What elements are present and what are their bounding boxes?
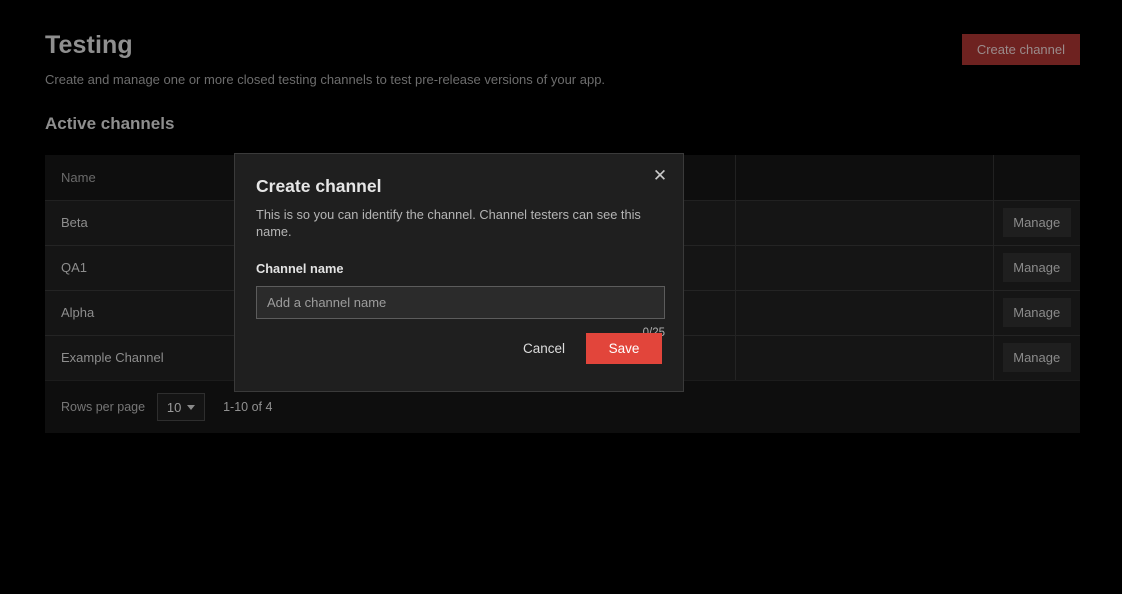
chevron-down-icon xyxy=(187,404,196,410)
cell-blank xyxy=(734,200,993,246)
dialog-body: Create channel This is so you can identi… xyxy=(235,154,683,340)
page-subtitle: Create and manage one or more closed tes… xyxy=(45,72,606,87)
dialog-actions: Cancel Save xyxy=(515,333,662,364)
pagination-range-label: 1-10 of 4 xyxy=(223,400,273,414)
rows-per-page-select[interactable]: 10 xyxy=(157,393,206,421)
save-button[interactable]: Save xyxy=(586,333,662,364)
cell-actions: Manage xyxy=(992,200,1080,246)
cell-actions: Manage xyxy=(992,245,1080,291)
cell-blank xyxy=(734,290,993,336)
manage-button[interactable]: Manage xyxy=(1002,253,1071,282)
channel-name-label: Channel name xyxy=(256,261,344,276)
create-channel-dialog: ✕ Create channel This is so you can iden… xyxy=(234,153,684,392)
column-header-blank-2 xyxy=(992,155,1080,201)
cell-actions: Manage xyxy=(992,335,1080,380)
manage-button[interactable]: Manage xyxy=(1002,208,1071,237)
rows-per-page-label: Rows per page xyxy=(61,400,146,414)
dialog-description: This is so you can identify the channel.… xyxy=(256,207,641,239)
rows-per-page-value: 10 xyxy=(166,399,182,415)
dialog-title: Create channel xyxy=(256,176,382,196)
cell-actions: Manage xyxy=(992,290,1080,336)
cell-blank xyxy=(734,245,993,291)
cancel-button[interactable]: Cancel xyxy=(515,335,573,362)
section-title-active-channels: Active channels xyxy=(45,114,175,133)
cell-blank xyxy=(734,335,993,380)
page-header: Testing Create and manage one or more cl… xyxy=(45,28,1080,89)
page-title: Testing xyxy=(45,31,133,59)
manage-button[interactable]: Manage xyxy=(1002,298,1071,327)
column-header-blank-1 xyxy=(734,155,993,201)
channel-name-input[interactable] xyxy=(256,286,665,319)
create-channel-button[interactable]: Create channel xyxy=(961,34,1080,65)
close-icon[interactable]: ✕ xyxy=(647,162,673,188)
manage-button[interactable]: Manage xyxy=(1002,343,1071,373)
page-root: Testing Create and manage one or more cl… xyxy=(0,0,1122,594)
